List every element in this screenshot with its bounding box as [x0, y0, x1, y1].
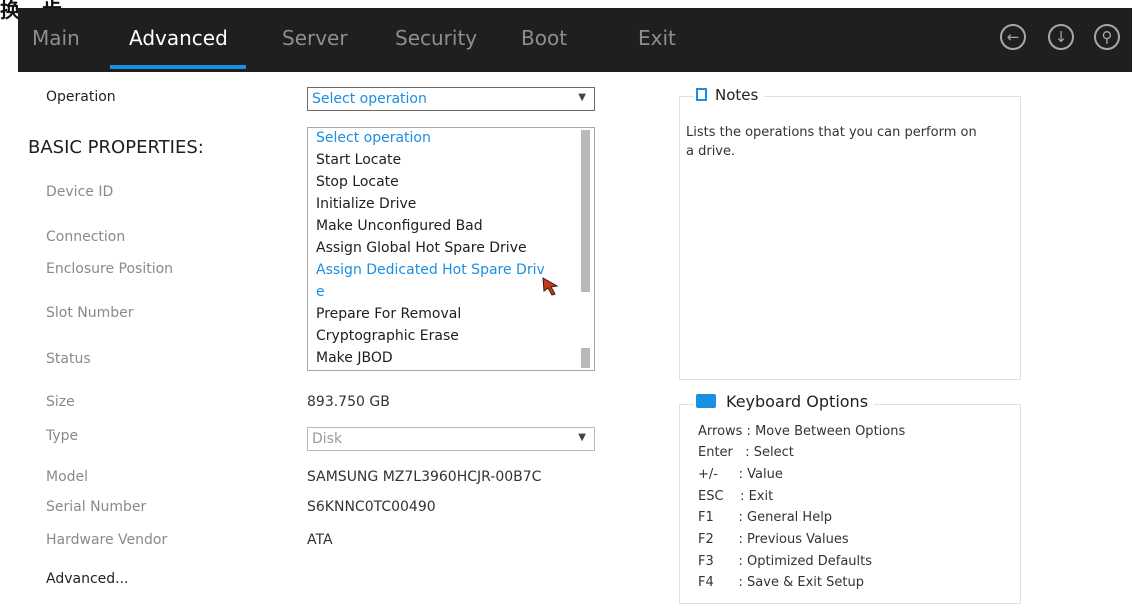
back-icon[interactable]: ← — [1000, 24, 1026, 50]
chevron-down-icon: ▼ — [578, 432, 586, 443]
save-icon[interactable]: ↓ — [1048, 24, 1074, 50]
keyboard-option-line: ESC : Exit — [698, 489, 774, 504]
dropdown-option[interactable]: Cryptographic Erase — [316, 328, 459, 344]
enclosure-position-label: Enclosure Position — [46, 261, 174, 277]
notes-icon — [696, 88, 707, 101]
scrollbar-thumb-end[interactable] — [581, 348, 590, 368]
connection-label: Connection — [46, 229, 126, 245]
scrollbar-thumb[interactable] — [581, 130, 590, 292]
serial-number-value: S6KNNC0TC00490 — [307, 499, 436, 515]
type-label: Type — [46, 428, 79, 444]
top-nav-bar: Main Advanced Server Security Boot Exit … — [18, 8, 1132, 72]
dropdown-option-highlighted[interactable]: Assign Dedicated Hot Spare Driv — [316, 262, 545, 278]
keyboard-option-line: Arrows : Move Between Options — [698, 424, 906, 439]
model-value: SAMSUNG MZ7L3960HCJR-00B7C — [307, 469, 542, 485]
dropdown-option[interactable]: Initialize Drive — [316, 196, 416, 212]
keyboard-option-line: F4 : Save & Exit Setup — [698, 575, 864, 590]
hardware-vendor-value: ATA — [307, 532, 333, 548]
advanced-link[interactable]: Advanced... — [46, 571, 129, 587]
tab-main[interactable]: Main — [32, 26, 80, 50]
operation-dropdown-list: Select operation Start Locate Stop Locat… — [307, 127, 595, 371]
dropdown-option[interactable]: Make Unconfigured Bad — [316, 218, 483, 234]
keyboard-options-title: Keyboard Options — [694, 392, 875, 411]
keyboard-option-line: +/- : Value — [698, 467, 783, 482]
tab-security[interactable]: Security — [395, 26, 477, 50]
mouse-cursor-icon — [542, 277, 559, 296]
type-select[interactable]: Disk ▼ — [307, 427, 595, 451]
tab-boot[interactable]: Boot — [521, 26, 567, 50]
operation-select[interactable]: Select operation ▼ — [307, 87, 595, 111]
notes-title-text: Notes — [715, 86, 759, 104]
slot-number-label: Slot Number — [46, 305, 134, 321]
operation-label: Operation — [46, 89, 116, 105]
dropdown-option[interactable]: Make JBOD — [316, 350, 393, 366]
keyboard-option-line: F2 : Previous Values — [698, 532, 849, 547]
keyboard-options-title-text: Keyboard Options — [726, 392, 869, 411]
tab-exit[interactable]: Exit — [638, 26, 676, 50]
model-label: Model — [46, 469, 89, 485]
keyboard-option-line: F3 : Optimized Defaults — [698, 554, 873, 569]
keyboard-option-line: Enter : Select — [698, 445, 794, 460]
chevron-down-icon: ▼ — [578, 92, 586, 103]
tab-advanced[interactable]: Advanced — [129, 26, 228, 50]
operation-select-value: Select operation — [312, 91, 427, 107]
device-id-label: Device ID — [46, 184, 114, 200]
keyboard-icon — [696, 394, 716, 408]
serial-number-label: Serial Number — [46, 499, 147, 515]
type-select-value: Disk — [312, 431, 343, 447]
notes-text: Lists the operations that you can perfor… — [686, 125, 977, 159]
notes-title: Notes — [694, 86, 765, 104]
search-icon[interactable]: ⚲ — [1094, 24, 1120, 50]
dropdown-option[interactable]: Select operation — [316, 130, 431, 146]
dropdown-option[interactable]: Assign Global Hot Spare Drive — [316, 240, 527, 256]
dropdown-option[interactable]: Prepare For Removal — [316, 306, 461, 322]
status-label: Status — [46, 351, 91, 367]
keyboard-option-line: F1 : General Help — [698, 510, 833, 525]
tab-server[interactable]: Server — [282, 26, 348, 50]
size-value: 893.750 GB — [307, 394, 390, 410]
size-label: Size — [46, 394, 75, 410]
hardware-vendor-label: Hardware Vendor — [46, 532, 168, 548]
dropdown-option-highlighted-wrap: e — [316, 284, 325, 300]
basic-properties-heading: BASIC PROPERTIES: — [28, 137, 204, 158]
dropdown-option[interactable]: Start Locate — [316, 152, 401, 168]
dropdown-option[interactable]: Stop Locate — [316, 174, 399, 190]
active-tab-indicator — [110, 65, 246, 69]
